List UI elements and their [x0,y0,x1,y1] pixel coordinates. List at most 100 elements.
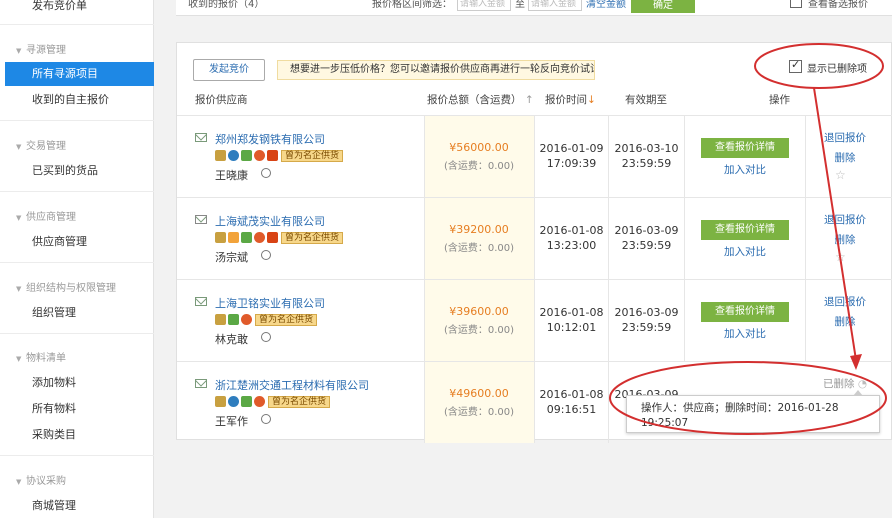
freight-note: (含运费：0.00) [443,407,515,418]
mail-open-icon[interactable] [195,215,207,224]
contact-name: 王晓康 [215,167,271,183]
freight-note: (含运费：0.00) [443,243,515,254]
initiate-bid-button[interactable]: 发起竞价 [193,59,265,81]
license-icon [215,150,226,161]
sidebar-divider [0,333,154,334]
sidebar-divider [0,262,154,263]
add-compare-link[interactable]: 加入对比 [701,326,789,341]
sidebar-item-add-material[interactable]: 添加物料 [0,371,154,395]
deleted-status[interactable]: 已删除 ◔ [809,376,881,391]
contact-name: 汤宗斌 [215,249,271,265]
sidebar-item-received-quotes[interactable]: 收到的自主报价 [0,88,154,112]
view-quote-detail-button[interactable]: 查看报价详情 [701,220,789,240]
contact-icon[interactable] [261,414,271,424]
view-quote-detail-button[interactable]: 查看报价详情 [701,138,789,158]
confirm-button[interactable]: 确定 [631,0,695,13]
sort-up-icon[interactable]: ↑ [525,94,534,106]
withdraw-quote-link[interactable]: 退回报价 [809,130,881,145]
supplier-name[interactable]: 上海斌茂实业有限公司 [215,213,325,229]
quote-time: 2016-01-09 17:09:39 [539,142,604,170]
sidebar-item-purchase-category[interactable]: 采购类目 [0,423,154,447]
sidebar-item-purchased-goods[interactable]: 已买到的货品 [0,159,154,183]
supplier-name[interactable]: 郑州郑发钢铁有限公司 [215,131,325,147]
license-icon [215,314,226,325]
famous-supplier-badge: 曾为名企供货 [268,396,331,408]
sort-down-icon[interactable]: ↓ [587,94,596,106]
add-compare-link[interactable]: 加入对比 [701,162,789,177]
clear-price-link[interactable]: 清空金额 [586,0,626,10]
sidebar-item-mall-management[interactable]: 商城管理 [0,494,154,518]
header-total[interactable]: 报价总额（含运费） ↑ [427,92,534,107]
star-icon[interactable]: ☆ [835,250,846,264]
quote-time: 2016-01-08 13:23:00 [539,224,604,252]
table-row: 郑州郑发钢铁有限公司 曾为名企供货 王晓康 ¥56000.00 (含运费：0.0… [177,115,892,197]
range-separator: 至 [515,0,525,10]
sidebar-item-publish-bid[interactable]: 发布竞价单 [0,0,154,18]
chevron-down-icon: ▼ [16,214,22,222]
freight-note: (含运费：0.00) [443,325,515,336]
sidebar-group-sourcing[interactable]: ▼ 寻源管理 [16,41,66,56]
quote-time: 2016-01-08 09:16:51 [539,388,604,416]
view-quote-detail-button[interactable]: 查看报价详情 [701,302,789,322]
chevron-down-icon: ▼ [16,355,22,363]
header-valid: 有效期至 [625,94,667,106]
delete-link[interactable]: 删除 [809,232,881,247]
sidebar-item-all-materials[interactable]: 所有物料 [0,397,154,421]
delete-link[interactable]: 删除 [809,150,881,165]
quotes-panel: 发起竞价 想要进一步压低价格？您可以邀请报价供应商再进行一轮反向竞价试试哦 显示… [176,42,892,443]
medal-icon [254,396,265,407]
sidebar-group-supplier[interactable]: ▼ 供应商管理 [16,208,76,223]
sidebar-group-agreement[interactable]: ▼ 协议采购 [16,472,66,487]
sidebar-item-org-management[interactable]: 组织管理 [0,301,154,325]
mail-icon[interactable] [195,133,207,142]
quote-time: 2016-01-08 10:12:01 [539,306,604,334]
valid-until: 2016-03-09 23:59:59 [614,224,679,252]
certificate-icon [228,232,239,243]
table-row: 上海斌茂实业有限公司 曾为名企供货 汤宗斌 ¥39200.00 (含运费：0.0… [177,197,892,279]
honor-icon [267,232,278,243]
contact-icon[interactable] [261,332,271,342]
quote-price: ¥56000.00 [449,141,509,154]
supplier-name[interactable]: 上海卫铭实业有限公司 [215,295,325,311]
info-icon[interactable]: ◔ [858,378,867,390]
chevron-down-icon: ▼ [16,478,22,486]
supplier-name[interactable]: 浙江楚洲交通工程材料有限公司 [215,377,369,393]
contact-icon[interactable] [261,168,271,178]
sidebar-group-org[interactable]: ▼ 组织结构与权限管理 [16,279,116,294]
add-compare-link[interactable]: 加入对比 [701,244,789,259]
shield-icon [228,396,239,407]
famous-supplier-badge: 曾为名企供货 [281,150,344,162]
star-icon[interactable]: ☆ [835,168,846,182]
mail-icon[interactable] [195,379,207,388]
table-row-deleted: 浙江楚洲交通工程材料有限公司 曾为名企供货 王军作 ¥49600.00 (含运费… [177,361,892,443]
chevron-down-icon: ▼ [16,285,22,293]
valid-until: 2016-03-09 23:59:59 [614,306,679,334]
quote-price: ¥49600.00 [449,387,509,400]
show-deleted-toggle[interactable]: 显示已删除项 [789,58,885,75]
verified-icon [241,396,252,407]
sidebar-item-supplier-management[interactable]: 供应商管理 [0,230,154,254]
filter-bar: 收到的报价（4） 报价格区间筛选： 请输入金额 至 请输入金额 清空金额 确定 … [176,0,892,16]
valid-until: 2016-03-10 23:59:59 [614,142,679,170]
contact-name: 王军作 [215,413,271,429]
shield-icon [228,150,239,161]
delete-link[interactable]: 删除 [809,314,881,329]
max-price-input[interactable]: 请输入金额 [528,0,582,11]
contact-icon[interactable] [261,250,271,260]
medal-icon [241,314,252,325]
min-price-input[interactable]: 请输入金额 [457,0,511,11]
header-supplier: 报价供应商 [195,94,248,106]
withdraw-quote-link[interactable]: 退回报价 [809,294,881,309]
withdraw-quote-link[interactable]: 退回报价 [809,212,881,227]
mail-icon[interactable] [195,297,207,306]
sidebar-group-materials[interactable]: ▼ 物料清单 [16,349,66,364]
verified-icon [228,314,239,325]
sidebar-item-all-sourcing[interactable]: 所有寻源项目 [5,62,154,86]
sidebar-group-trade[interactable]: ▼ 交易管理 [16,137,66,152]
header-time[interactable]: 报价时间↓ [545,92,596,107]
quote-price: ¥39600.00 [449,305,509,318]
freight-note: (含运费：0.00) [443,161,515,172]
show-deleted-checkbox[interactable] [789,58,802,73]
famous-supplier-badge: 曾为名企供货 [281,232,344,244]
view-selected-checkbox[interactable] [790,0,802,8]
